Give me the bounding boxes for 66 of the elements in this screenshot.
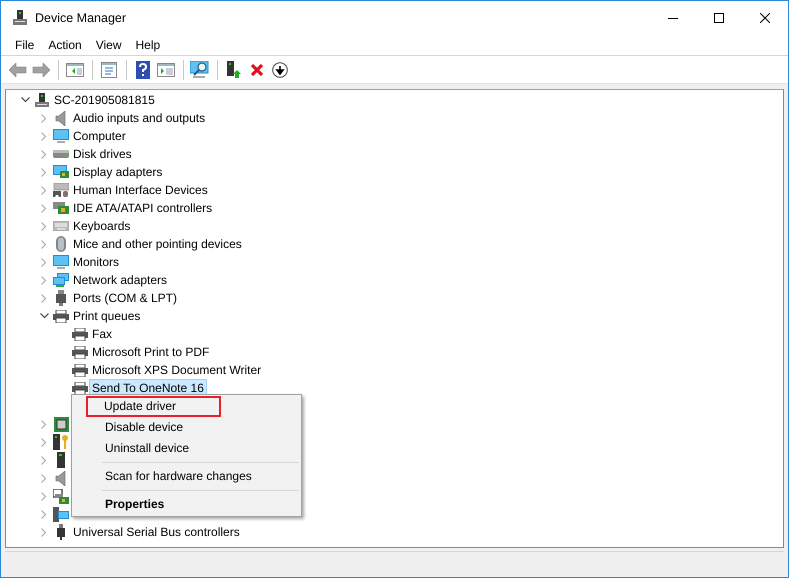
display-adapter-icon <box>53 165 69 179</box>
window-title: Device Manager <box>35 10 128 24</box>
speaker-icon <box>55 110 67 126</box>
printer-icon <box>72 328 88 340</box>
speaker-icon <box>55 470 67 486</box>
tower-icon <box>57 452 65 468</box>
disable-icon <box>272 62 288 78</box>
tree-item[interactable]: Computer <box>71 128 128 144</box>
printer-icon <box>72 346 88 358</box>
printer-icon <box>72 364 88 376</box>
mouse-icon <box>56 236 66 252</box>
update-icon <box>227 60 241 78</box>
tree-item[interactable]: Microsoft XPS Document Writer <box>90 362 264 378</box>
device-manager-icon <box>12 10 28 26</box>
tree-item[interactable]: Print queues <box>71 308 142 324</box>
keyboard-icon <box>53 221 69 231</box>
controller-card-icon <box>53 201 69 215</box>
monitor-icon <box>53 129 69 143</box>
scan-icon <box>190 61 210 78</box>
tree-item[interactable]: Fax <box>90 326 114 342</box>
chevron-icon[interactable] <box>40 313 48 319</box>
disk-drive-icon <box>53 150 69 158</box>
menu-item[interactable]: Scan for hardware changes <box>72 466 301 487</box>
tree-item[interactable]: Mice and other pointing devices <box>71 236 244 252</box>
chip-icon <box>54 416 68 432</box>
monitor-icon <box>53 255 69 269</box>
computer-icon <box>35 92 49 108</box>
close-icon <box>760 12 770 22</box>
scan-hardware-button[interactable] <box>189 58 211 80</box>
menu-item[interactable]: Properties <box>72 494 301 515</box>
tree-item[interactable]: SC-201905081815 <box>52 92 157 108</box>
tree-item[interactable]: Audio inputs and outputs <box>71 110 208 126</box>
console-tree-icon <box>66 62 84 76</box>
tree-item[interactable]: Ports (COM & LPT) <box>71 290 180 306</box>
printer-icon <box>53 310 69 322</box>
menu-item[interactable]: Action <box>41 36 89 54</box>
menu-item[interactable]: Disable device <box>72 417 301 438</box>
tree-item[interactable]: Microsoft Print to PDF <box>90 344 212 360</box>
usb-plug-icon <box>57 524 65 540</box>
storage-controller-icon <box>53 488 69 504</box>
gamepad-keyboard-icon <box>53 183 69 197</box>
tree-item[interactable]: Disk drives <box>71 146 134 162</box>
menu-item[interactable]: Update driver <box>86 396 221 417</box>
tree-item[interactable]: Network adapters <box>71 272 170 288</box>
action-pane-icon <box>157 62 175 76</box>
menu-item[interactable]: File <box>8 36 42 54</box>
chevron-icon[interactable] <box>20 97 30 103</box>
maximize-icon <box>714 12 724 22</box>
tree-item[interactable]: Monitors <box>71 254 122 270</box>
tree-item[interactable]: Universal Serial Bus controllers <box>71 524 242 540</box>
port-icon <box>56 290 66 306</box>
tree-item[interactable]: IDE ATA/ATAPI controllers <box>71 200 214 216</box>
tower-key-icon <box>53 434 69 450</box>
uninstall-icon <box>250 62 264 76</box>
tree-item[interactable]: Keyboards <box>71 218 132 234</box>
back-icon <box>9 62 27 76</box>
menu-item[interactable]: View <box>88 36 128 54</box>
help-icon <box>136 60 150 78</box>
tree-item[interactable]: Display adapters <box>71 164 164 180</box>
forward-icon <box>32 62 50 76</box>
network-icon <box>53 273 69 287</box>
menu-item[interactable]: Help <box>128 36 168 54</box>
tree-item[interactable]: Human Interface Devices <box>71 182 210 198</box>
system-monitor-icon <box>53 506 69 522</box>
menu-item[interactable]: Uninstall device <box>72 438 301 459</box>
properties-icon <box>101 62 117 78</box>
